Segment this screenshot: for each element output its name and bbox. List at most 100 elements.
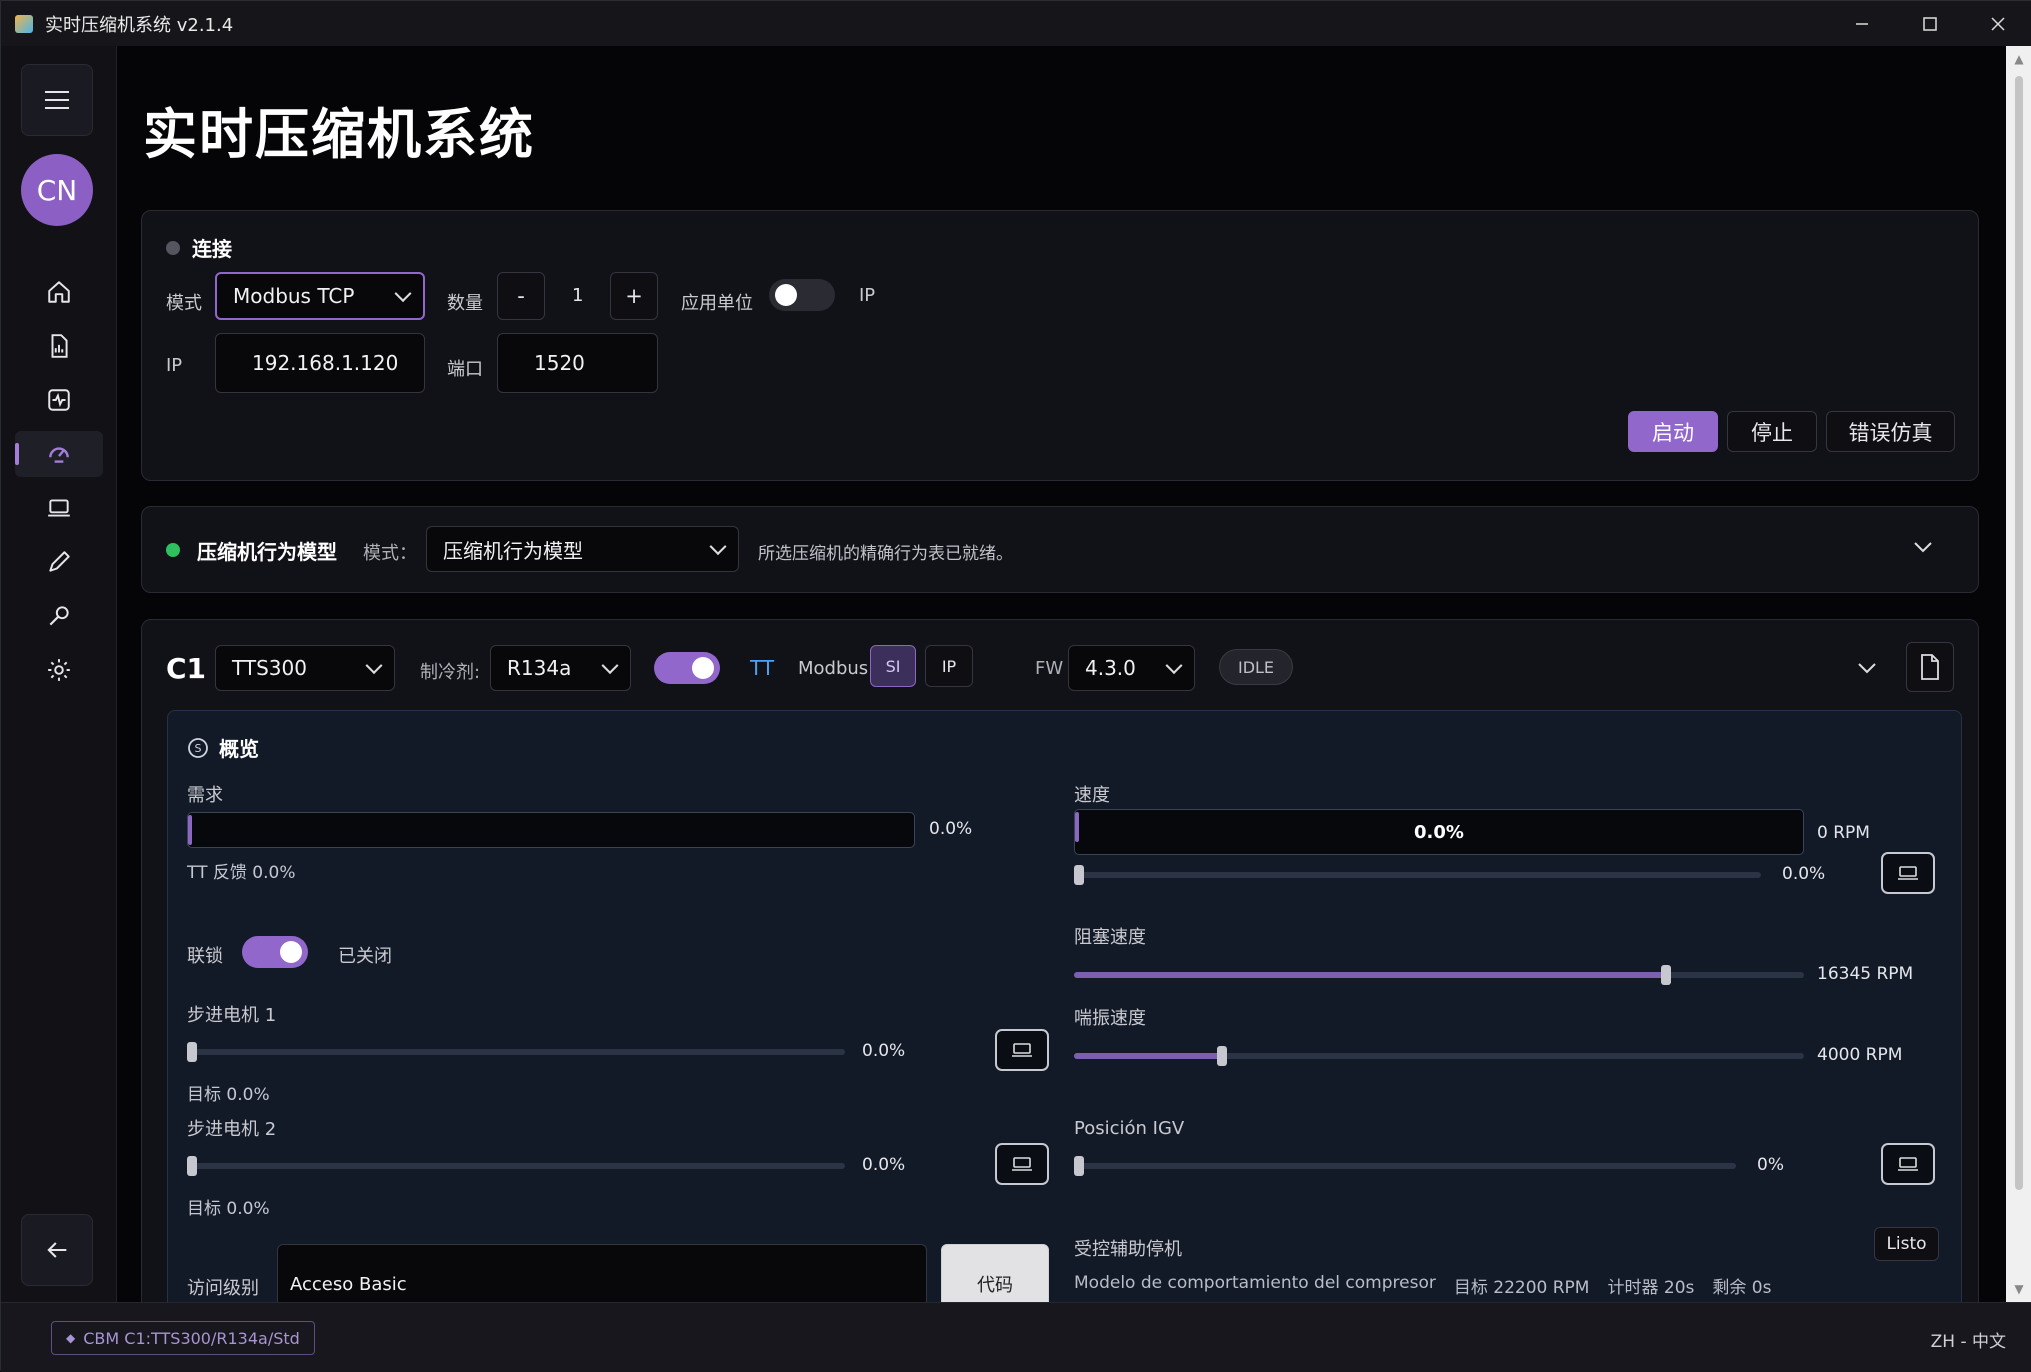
tt-label: TT xyxy=(750,656,775,680)
stepper2-value: 0.0% xyxy=(862,1155,906,1175)
igv-position-slider[interactable] xyxy=(1074,1156,1736,1176)
apply-unit-toggle[interactable] xyxy=(769,279,835,311)
refrigerant-select[interactable]: R134a xyxy=(490,645,631,691)
speed-monitor-button[interactable] xyxy=(1881,852,1935,894)
sidebar: CN xyxy=(1,46,117,1302)
sidebar-item-edit[interactable] xyxy=(15,539,103,585)
port-input[interactable]: 1520 xyxy=(497,333,658,393)
demand-label: 需求 xyxy=(187,785,223,806)
sidebar-item-settings[interactable] xyxy=(15,647,103,693)
ip-toggle-label: IP xyxy=(859,285,876,306)
state-badge: IDLE xyxy=(1219,649,1293,685)
access-level-field[interactable]: Acceso Basic xyxy=(277,1244,927,1302)
stepper1-slider[interactable] xyxy=(187,1042,845,1062)
stepper1-monitor-button[interactable] xyxy=(995,1029,1049,1071)
code-button[interactable]: 代码 xyxy=(941,1244,1049,1302)
aux-stop-label: 受控辅助停机 xyxy=(1074,1239,1182,1260)
laptop-icon xyxy=(1898,1157,1918,1171)
slider-thumb[interactable] xyxy=(1661,965,1671,985)
file-icon xyxy=(1921,654,1939,680)
sidebar-item-reports[interactable] xyxy=(15,323,103,369)
aux-ready-button[interactable]: Listo xyxy=(1874,1227,1939,1261)
chevron-down-icon xyxy=(394,285,412,303)
slider-thumb[interactable] xyxy=(187,1042,197,1062)
vertical-scrollbar[interactable]: ▲ ▼ xyxy=(2006,46,2031,1302)
export-button[interactable] xyxy=(1906,642,1954,692)
scroll-up-icon[interactable]: ▲ xyxy=(2012,52,2026,66)
hamburger-icon-line xyxy=(45,107,69,109)
wrench-icon xyxy=(49,606,69,626)
igv-position-label: Posición IGV xyxy=(1074,1118,1185,1139)
tt-toggle[interactable] xyxy=(654,652,720,684)
main-content: 实时压缩机系统 连接 模式 Modbus TCP 数量 - 1 + 应用单位 I… xyxy=(117,46,2006,1302)
igv-position-value: 0% xyxy=(1757,1155,1784,1175)
firmware-value: 4.3.0 xyxy=(1085,656,1136,680)
start-button[interactable]: 启动 xyxy=(1628,411,1718,452)
slider-thumb[interactable] xyxy=(1074,865,1084,885)
pen-icon xyxy=(49,551,70,572)
slider-thumb[interactable] xyxy=(187,1156,197,1176)
scroll-down-icon[interactable]: ▼ xyxy=(2012,1282,2026,1296)
tt-feedback: TT 反馈 0.0% xyxy=(187,863,296,883)
behavior-mode-select[interactable]: 压缩机行为模型 xyxy=(426,526,739,572)
collapse-chevron-icon[interactable] xyxy=(1857,661,1877,675)
scrollbar-thumb[interactable] xyxy=(2015,76,2023,1190)
compressor-chip[interactable]: ◆ CBM C1:TTS300/R134a/Std xyxy=(51,1321,315,1355)
stepper2-monitor-button[interactable] xyxy=(995,1143,1049,1185)
document-chart-icon xyxy=(51,334,68,358)
stepper1-label: 步进电机 1 xyxy=(187,1005,277,1026)
aux-remaining-text: 剩余 0s xyxy=(1712,1278,1772,1298)
minimize-button[interactable] xyxy=(1828,1,1896,46)
count-decrement-button[interactable]: - xyxy=(497,272,545,320)
sidebar-item-home[interactable] xyxy=(15,269,103,315)
behavior-status-text: 所选压缩机的精确行为表已就绪。 xyxy=(758,544,1013,564)
sidebar-item-monitor[interactable] xyxy=(15,377,103,423)
mode-label: 模式 xyxy=(166,293,202,314)
count-label: 数量 xyxy=(447,293,483,314)
menu-button[interactable] xyxy=(21,64,93,136)
behavior-model-card: 压缩机行为模型 模式： 压缩机行为模型 所选压缩机的精确行为表已就绪。 xyxy=(141,506,1979,593)
firmware-select[interactable]: 4.3.0 xyxy=(1068,645,1195,691)
choke-speed-slider[interactable] xyxy=(1074,965,1804,985)
overview-panel: S 概览 需求 0.0% TT 反馈 0.0% 联锁 已关闭 步进电机 1 0.… xyxy=(167,710,1962,1302)
count-increment-button[interactable]: + xyxy=(610,272,658,320)
minimize-icon xyxy=(1856,22,1868,25)
compressor-chip-label: CBM C1:TTS300/R134a/Std xyxy=(83,1328,300,1348)
activity-icon xyxy=(48,389,70,411)
laptop-icon xyxy=(1012,1043,1032,1057)
slider-thumb[interactable] xyxy=(1217,1046,1227,1066)
arrow-left-icon xyxy=(47,1242,67,1258)
sidebar-item-devices[interactable] xyxy=(15,485,103,531)
ip-input[interactable]: 192.168.1.120 xyxy=(215,333,425,393)
error-simulation-button[interactable]: 错误仿真 xyxy=(1826,411,1955,452)
stepper2-target: 目标 0.0% xyxy=(187,1199,270,1219)
stepper1-target: 目标 0.0% xyxy=(187,1085,270,1105)
sidebar-item-compressor[interactable] xyxy=(15,431,103,477)
igv-monitor-button[interactable] xyxy=(1881,1143,1935,1185)
mode-select[interactable]: Modbus TCP xyxy=(215,272,425,320)
connection-status-dot xyxy=(166,240,180,255)
maximize-button[interactable] xyxy=(1896,1,1964,46)
diamond-icon: ◆ xyxy=(66,1331,76,1345)
model-select[interactable]: TTS300 xyxy=(215,645,395,691)
language-indicator[interactable]: ZH - 中文 xyxy=(1931,1327,2006,1352)
close-icon xyxy=(1991,16,2005,31)
behavior-mode-label: 模式： xyxy=(363,543,417,564)
stepper2-label: 步进电机 2 xyxy=(187,1119,277,1140)
ip-unit-button[interactable]: IP xyxy=(925,645,973,687)
slider-thumb[interactable] xyxy=(1074,1156,1084,1176)
chevron-down-icon xyxy=(1165,657,1183,675)
stepper2-slider[interactable] xyxy=(187,1156,845,1176)
access-level-label: 访问级别 xyxy=(187,1278,259,1299)
expand-chevron-icon[interactable] xyxy=(1913,540,1933,554)
si-unit-button[interactable]: SI xyxy=(870,645,916,687)
stop-button[interactable]: 停止 xyxy=(1727,411,1817,452)
sidebar-item-tools[interactable] xyxy=(15,593,103,639)
back-button[interactable] xyxy=(21,1214,93,1286)
close-button[interactable] xyxy=(1964,1,2031,46)
status-bar: ◆ CBM C1:TTS300/R134a/Std ZH - 中文 xyxy=(1,1302,2031,1372)
avatar[interactable]: CN xyxy=(21,154,93,226)
interlock-toggle[interactable] xyxy=(242,936,308,968)
surge-speed-slider[interactable] xyxy=(1074,1046,1804,1066)
speed-slider[interactable] xyxy=(1074,865,1761,885)
